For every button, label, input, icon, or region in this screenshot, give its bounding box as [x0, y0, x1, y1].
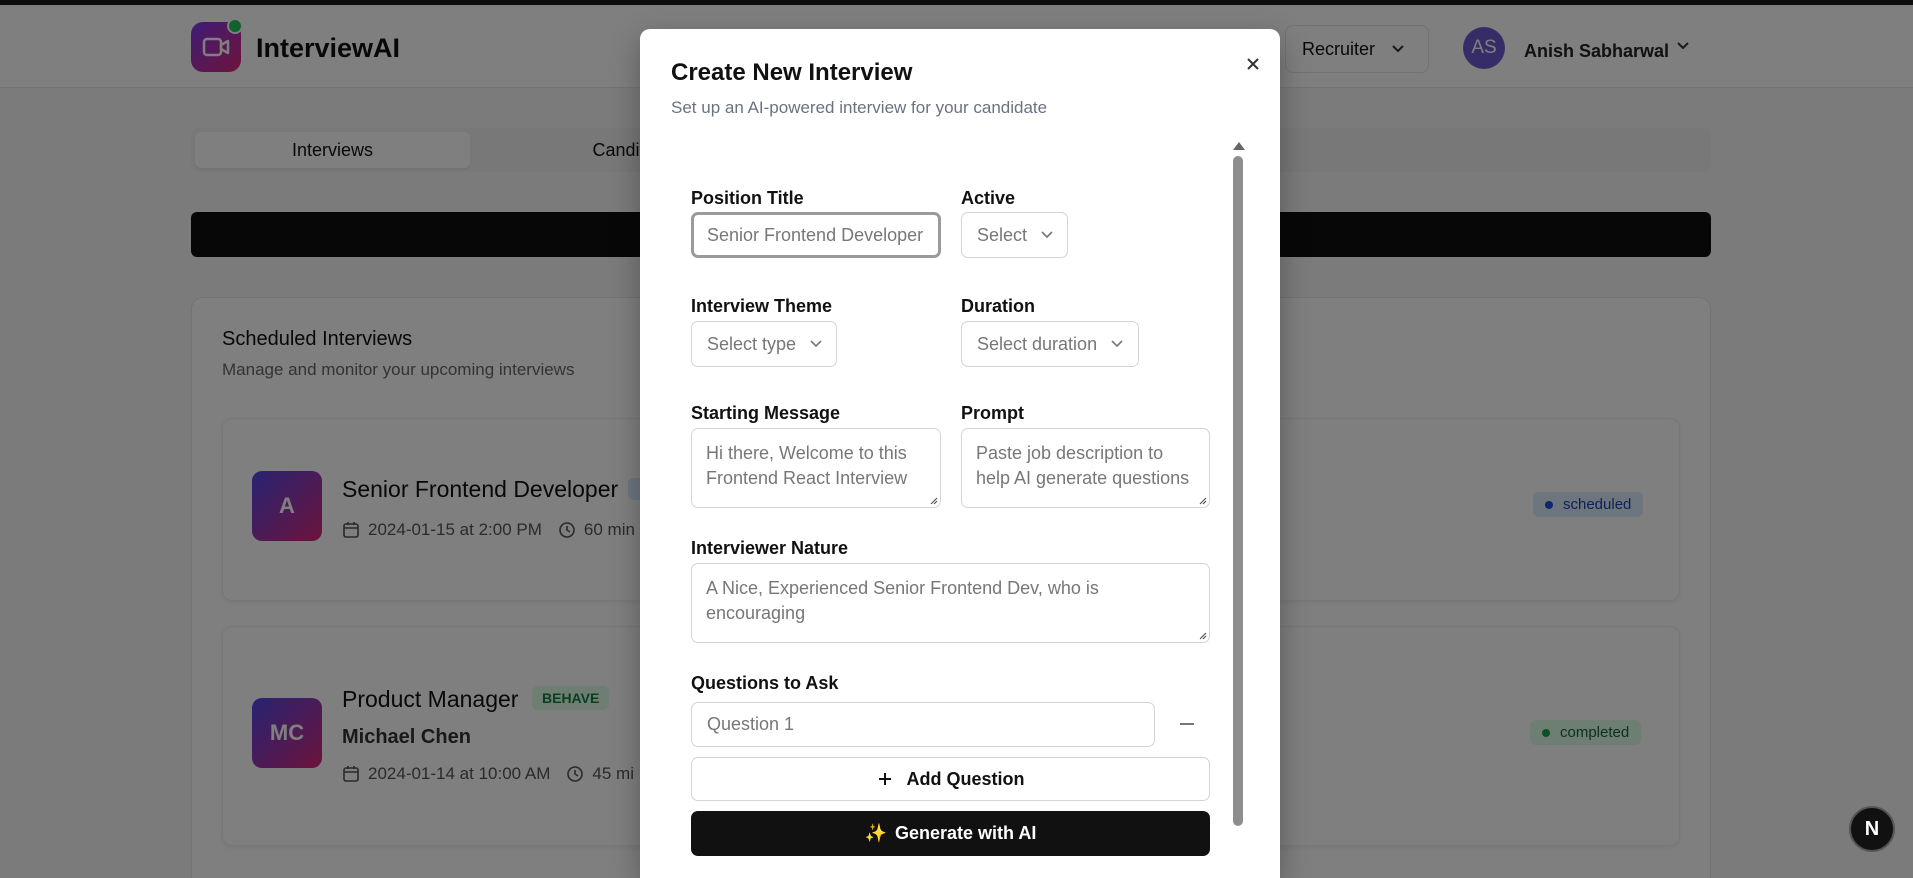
active-label: Active — [961, 188, 1016, 208]
scrollbar-thumb[interactable] — [1233, 156, 1243, 826]
interview-theme-label: Interview Theme — [691, 296, 833, 316]
question-1-input[interactable]: Question 1 — [691, 702, 1155, 747]
generate-label: Generate with AI — [895, 823, 1037, 843]
questions-label: Questions to Ask — [691, 673, 839, 693]
prompt-line: Paste job description to — [976, 443, 1164, 463]
plus-icon — [878, 773, 891, 785]
duration-value: Select duration — [977, 333, 1098, 354]
starting-message-textarea[interactable]: Hi there, Welcome to this Frontend React… — [691, 428, 941, 508]
generate-with-ai-button[interactable]: ✨ Generate with AI — [691, 811, 1210, 856]
dev-indicator-badge[interactable]: N — [1849, 806, 1895, 852]
chevron-down-icon — [1111, 340, 1123, 348]
add-question-label: Add Question — [906, 768, 1025, 789]
duration-label: Duration — [961, 296, 1035, 316]
dialog-subtitle: Set up an AI-powered interview for your … — [671, 98, 1048, 117]
interview-theme-select[interactable]: Select type — [691, 321, 837, 367]
active-select[interactable]: Select — [961, 212, 1068, 258]
duration-select[interactable]: Select duration — [961, 321, 1139, 367]
remove-question-icon[interactable] — [1180, 723, 1194, 725]
interview-theme-value: Select type — [707, 333, 797, 354]
position-title-input[interactable]: Senior Frontend Developer — [691, 212, 941, 258]
resize-handle-icon[interactable] — [1197, 630, 1207, 640]
chevron-down-icon — [810, 340, 822, 348]
active-select-value: Select — [977, 224, 1028, 245]
dialog-title: Create New Interview — [671, 59, 913, 86]
resize-handle-icon[interactable] — [928, 495, 938, 505]
prompt-line: help AI generate questions — [976, 468, 1190, 488]
starting-message-line: Frontend React Interview — [706, 468, 908, 488]
starting-message-line: Hi there, Welcome to this — [706, 443, 907, 463]
add-question-button[interactable]: Add Question — [691, 757, 1210, 801]
starting-message-label: Starting Message — [691, 403, 841, 423]
sparkles-icon: ✨ — [864, 823, 888, 843]
chevron-down-icon — [1041, 231, 1053, 239]
prompt-textarea[interactable]: Paste job description to help AI generat… — [961, 428, 1210, 508]
prompt-label: Prompt — [961, 403, 1024, 423]
interviewer-nature-textarea[interactable]: A Nice, Experienced Senior Frontend Dev,… — [691, 563, 1210, 643]
close-button[interactable] — [1240, 51, 1266, 77]
position-title-label: Position Title — [691, 188, 804, 208]
interviewer-nature-placeholder: A Nice, Experienced Senior Frontend Dev,… — [706, 578, 1099, 623]
close-icon — [1247, 58, 1259, 70]
resize-handle-icon[interactable] — [1197, 495, 1207, 505]
interviewer-nature-label: Interviewer Nature — [691, 538, 849, 558]
scroll-up-arrow-icon[interactable] — [1233, 142, 1245, 150]
dialog-scrollbar[interactable] — [1231, 140, 1245, 860]
